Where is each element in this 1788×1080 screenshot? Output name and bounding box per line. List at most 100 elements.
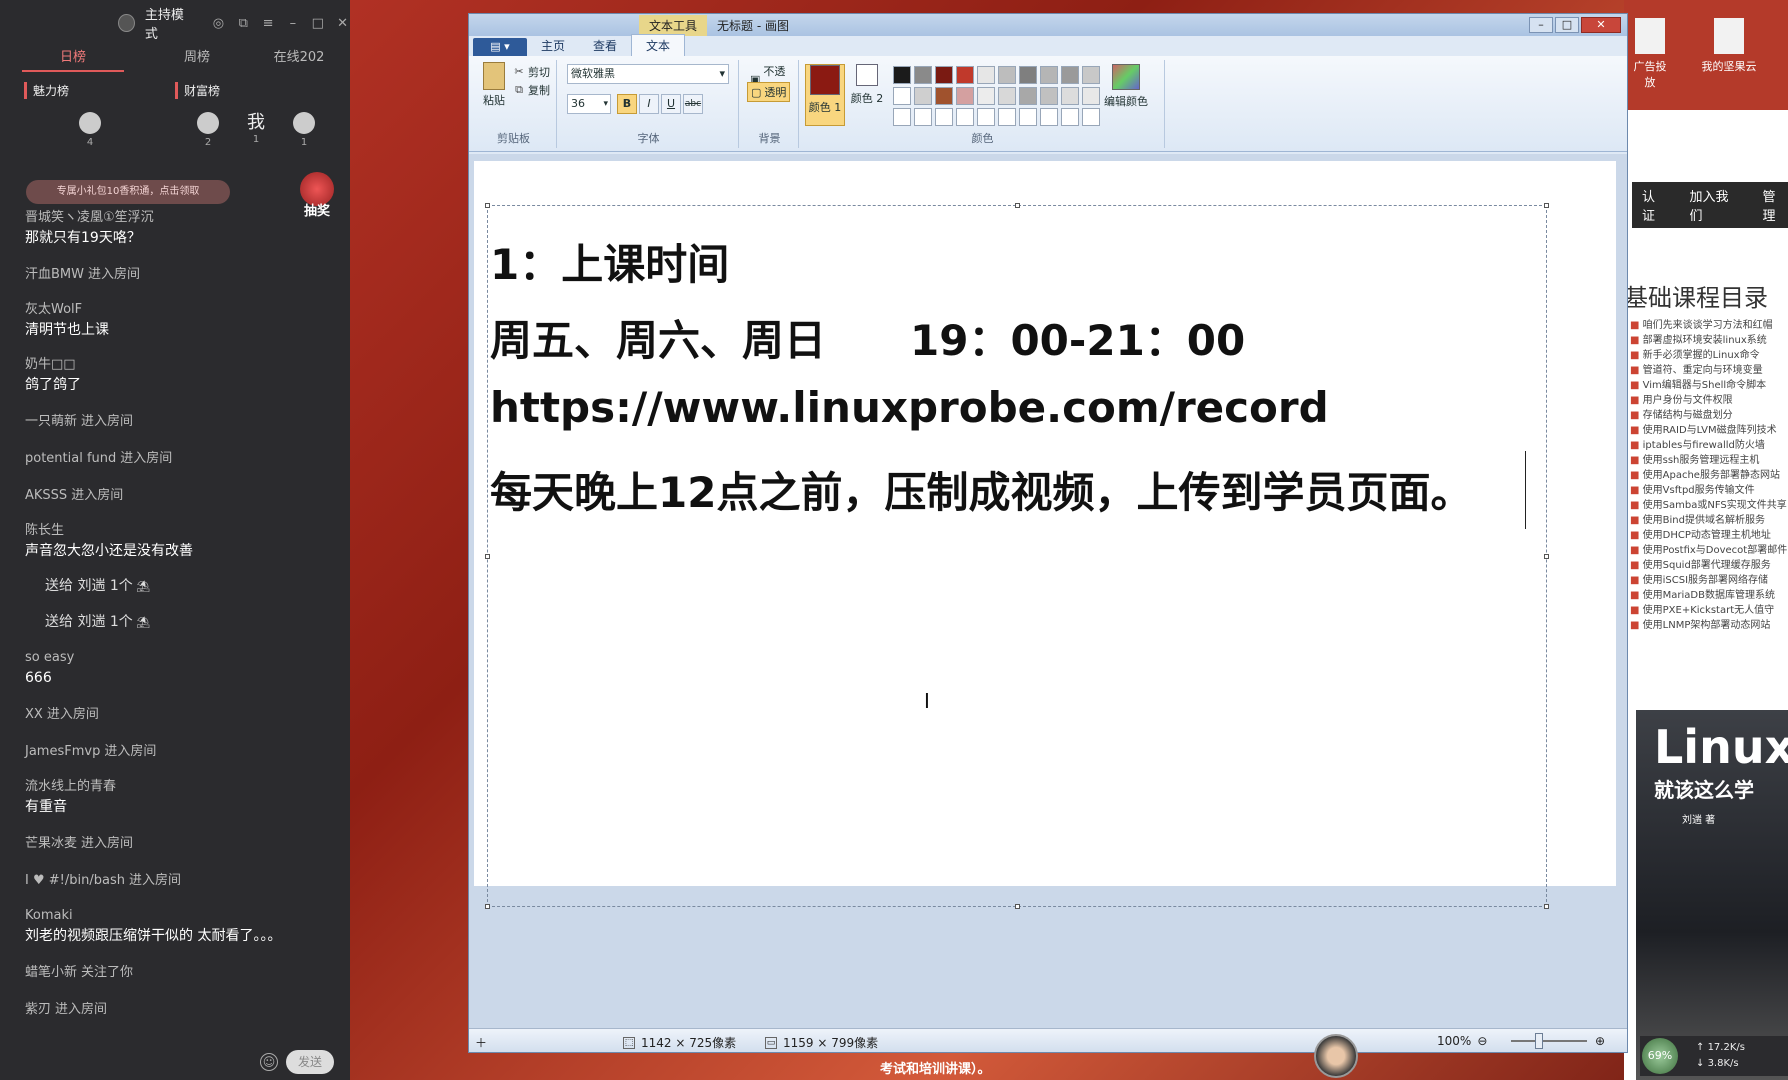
maximize-button[interactable]: □ — [1555, 17, 1579, 33]
minimize-button[interactable]: – — [1529, 17, 1553, 33]
nav-item-certification[interactable]: 认证 — [1642, 186, 1668, 224]
tab-home[interactable]: 主页 — [527, 35, 579, 56]
ad-shortcut-icon[interactable]: 广告投放 — [1630, 18, 1670, 90]
chat-username[interactable]: 蜡笔小新 — [25, 965, 77, 980]
palette-swatch[interactable] — [914, 87, 932, 105]
menu-icon[interactable]: ≡ — [261, 15, 276, 31]
palette-swatch[interactable] — [1082, 66, 1100, 84]
palette-swatch[interactable] — [998, 108, 1016, 126]
tab-text[interactable]: 文本 — [631, 34, 686, 56]
palette-swatch[interactable] — [1082, 108, 1100, 126]
palette-swatch[interactable] — [1061, 87, 1079, 105]
chat-username[interactable]: 汗血BMW — [25, 267, 84, 282]
cut-button[interactable]: ✂ 剪切 — [513, 64, 550, 80]
zoom-slider-track[interactable] — [1511, 1040, 1587, 1042]
net-usage-ball[interactable]: 69% — [1642, 1038, 1678, 1074]
chat-username[interactable]: I ♥ #!/bin/bash — [25, 873, 125, 888]
palette-swatch[interactable] — [893, 87, 911, 105]
course-list-item[interactable]: 使用Postfix与Dovecot部署邮件 — [1630, 543, 1788, 558]
transparent-option[interactable]: ▢ 透明 — [747, 82, 791, 102]
palette-swatch[interactable] — [1061, 108, 1079, 126]
italic-button[interactable]: I — [639, 94, 659, 114]
book-cover-image[interactable]: Linux 就该这么学 刘遄 著 — [1636, 710, 1788, 1080]
chat-username[interactable]: 芒果冰麦 — [25, 836, 77, 851]
chat-username[interactable]: AKSSS — [25, 488, 67, 503]
minimize-icon[interactable]: – — [286, 15, 301, 31]
paste-button[interactable]: 粘贴 — [479, 62, 509, 108]
palette-swatch[interactable] — [935, 108, 953, 126]
gift-notice-banner[interactable]: 专属小礼包10香积通，点击领取 — [26, 180, 230, 204]
course-list-item[interactable]: iptables与firewalld防火墙 — [1630, 438, 1788, 453]
palette-swatch[interactable] — [977, 87, 995, 105]
palette-swatch[interactable] — [914, 108, 932, 126]
resize-handle[interactable] — [485, 904, 490, 909]
chat-username[interactable]: XX — [25, 707, 43, 722]
course-list-item[interactable]: Vim编辑器与Shell命令脚本 — [1630, 378, 1788, 393]
nav-item-join-us[interactable]: 加入我们 — [1690, 186, 1741, 224]
course-list-item[interactable]: 咱们先来谈谈学习方法和红帽 — [1630, 318, 1788, 333]
palette-swatch[interactable] — [893, 108, 911, 126]
close-icon[interactable]: ✕ — [335, 15, 350, 31]
course-list-item[interactable]: 使用Samba或NFS实现文件共享 — [1630, 498, 1788, 513]
color1-button[interactable]: 颜色 1 — [805, 64, 845, 126]
course-list-item[interactable]: 使用ssh服务管理远程主机 — [1630, 453, 1788, 468]
charm-rank-slot[interactable]: 4 — [72, 112, 108, 148]
strikethrough-button[interactable]: abc — [683, 94, 703, 114]
chat-username[interactable]: 晋城笑ヽ凌凰①笙浮沉 — [25, 208, 325, 228]
maximize-icon[interactable]: □ — [310, 15, 325, 31]
charm-rank-title[interactable]: 魅力榜 — [24, 82, 175, 99]
palette-swatch[interactable] — [1019, 66, 1037, 84]
zoom-slider-handle[interactable] — [1535, 1033, 1543, 1049]
palette-swatch[interactable] — [914, 66, 932, 84]
edit-colors-button[interactable]: 编辑颜色 — [1101, 64, 1151, 109]
palette-swatch[interactable] — [998, 87, 1016, 105]
file-menu-button[interactable]: ▤ ▾ — [473, 38, 527, 56]
palette-swatch[interactable] — [1061, 66, 1079, 84]
course-list-item[interactable]: 存储结构与磁盘划分 — [1630, 408, 1788, 423]
course-list-item[interactable]: 使用DHCP动态管理主机地址 — [1630, 528, 1788, 543]
course-list-item[interactable]: 管道符、重定向与环境变量 — [1630, 363, 1788, 378]
quick-access-toolbar[interactable] — [469, 14, 549, 36]
tab-view[interactable]: 查看 — [579, 35, 631, 56]
course-list-item[interactable]: 新手必须掌握的Linux命令 — [1630, 348, 1788, 363]
palette-swatch[interactable] — [977, 66, 995, 84]
resize-handle[interactable] — [1015, 203, 1020, 208]
close-button[interactable]: ✕ — [1581, 17, 1621, 33]
course-list-item[interactable]: 使用Squid部署代理缓存服务 — [1630, 558, 1788, 573]
wealth-rank-title[interactable]: 财富榜 — [175, 82, 326, 99]
chat-username[interactable]: 流水线上的青春 — [25, 777, 325, 797]
palette-swatch[interactable] — [1040, 87, 1058, 105]
palette-swatch[interactable] — [956, 108, 974, 126]
wealth-rank-slot-me[interactable]: 我 1 — [238, 112, 274, 145]
underline-button[interactable]: U — [661, 94, 681, 114]
resize-handle[interactable] — [1544, 904, 1549, 909]
course-list-item[interactable]: 使用Bind提供域名解析服务 — [1630, 513, 1788, 528]
palette-swatch[interactable] — [998, 66, 1016, 84]
nutstore-shortcut-icon[interactable]: 我的坚果云 — [1694, 18, 1764, 74]
font-family-select[interactable]: 微软雅黑 ▾ — [567, 64, 729, 84]
palette-swatch[interactable] — [956, 66, 974, 84]
course-list-item[interactable]: 使用MariaDB数据库管理系统 — [1630, 588, 1788, 603]
course-list-item[interactable]: 使用Vsftpd服务传输文件 — [1630, 483, 1788, 498]
palette-swatch[interactable] — [1040, 108, 1058, 126]
course-list-item[interactable]: 使用Apache服务部署静态网站 — [1630, 468, 1788, 483]
drawing-canvas[interactable]: 1：上课时间 周五、周六、周日 19：00-21：00 https://www.l… — [474, 161, 1616, 909]
tab-weekly[interactable]: 周榜 — [146, 46, 248, 72]
palette-swatch[interactable] — [956, 87, 974, 105]
resize-handle[interactable] — [1544, 203, 1549, 208]
chat-username[interactable]: 紫刃 — [25, 1002, 51, 1017]
chat-username[interactable]: so easy — [25, 648, 325, 668]
resize-handle[interactable] — [1015, 904, 1020, 909]
palette-swatch[interactable] — [1019, 87, 1037, 105]
course-list-item[interactable]: 使用PXE+Kickstart无人值守 — [1630, 603, 1788, 618]
tab-daily[interactable]: 日榜 — [22, 46, 124, 72]
course-list-item[interactable]: 使用LNMP架构部署动态网站 — [1630, 618, 1788, 633]
tab-online[interactable]: 在线202 — [248, 46, 350, 72]
chat-username[interactable]: potential fund — [25, 451, 116, 466]
chat-username[interactable]: 奶牛□□ — [25, 355, 325, 375]
font-size-select[interactable]: 36 ▾ — [567, 94, 611, 114]
chat-username[interactable]: 灰太WolF — [25, 300, 325, 320]
wealth-rank-slot-3[interactable]: 1 — [286, 112, 322, 148]
course-list-item[interactable]: 使用RAID与LVM磁盘阵列技术 — [1630, 423, 1788, 438]
nav-item-manage[interactable]: 管理 — [1763, 186, 1788, 224]
